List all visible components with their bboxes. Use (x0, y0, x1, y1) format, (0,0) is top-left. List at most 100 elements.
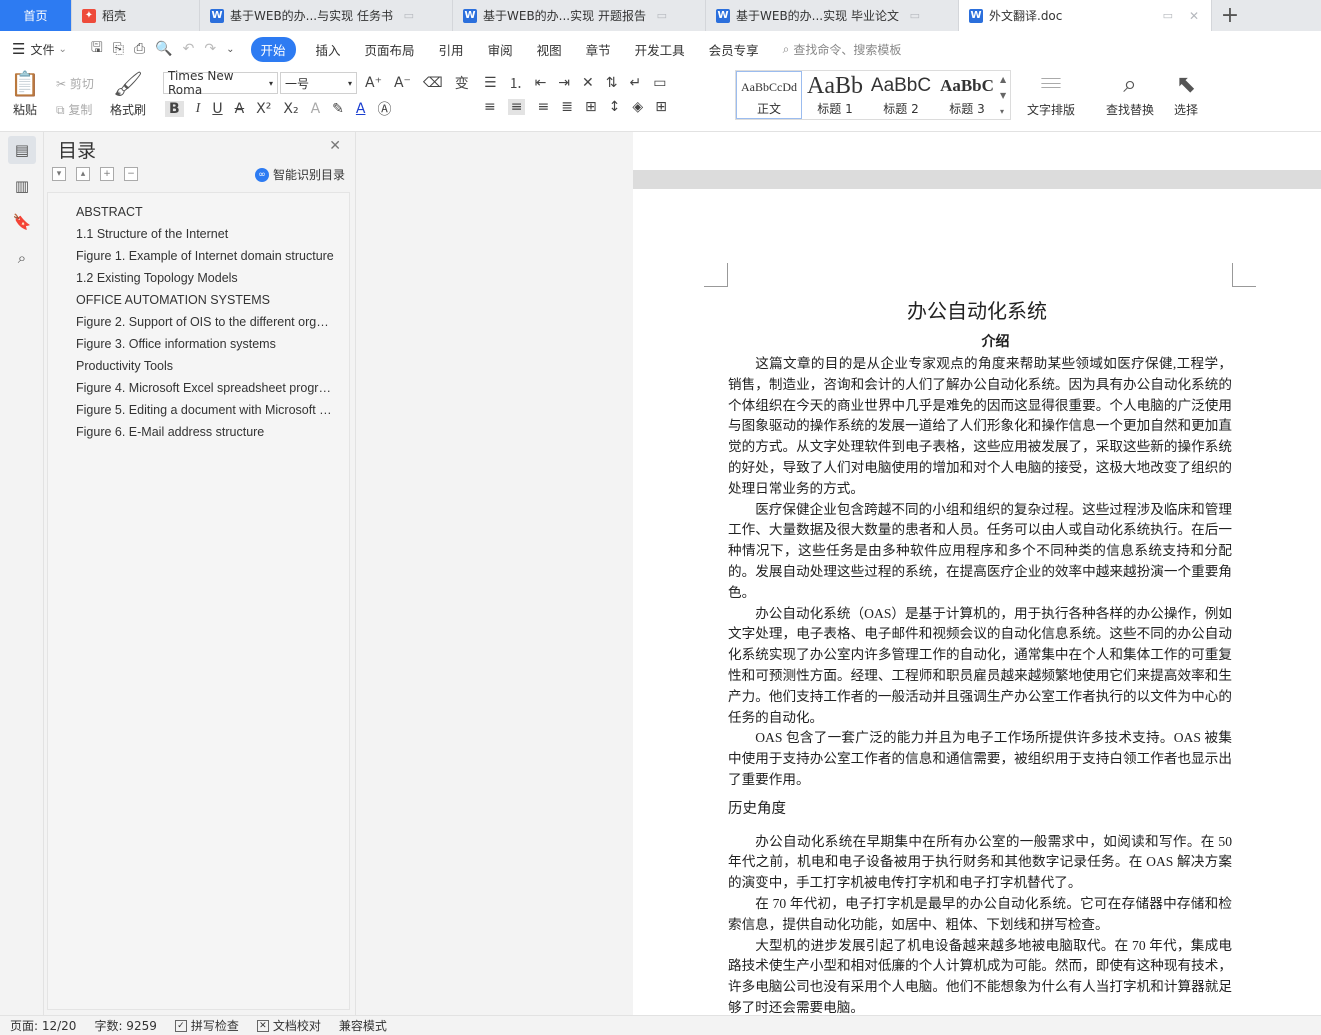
line-spacing-icon[interactable]: ↕ (609, 99, 621, 115)
outline-icon[interactable]: ▤ (8, 136, 36, 164)
add-heading-icon[interactable]: + (100, 167, 114, 181)
copy-button[interactable]: ⧉ 复制 (56, 101, 92, 118)
add-tab-button[interactable]: + (1212, 0, 1248, 31)
char-border-icon[interactable]: Ⓐ (377, 99, 391, 119)
chapter-nav-icon[interactable]: ▥ (8, 172, 36, 200)
toc-item[interactable]: Figure 2. Support of OIS to the differen… (48, 311, 349, 333)
font-color-icon[interactable]: A (356, 101, 366, 117)
toc-item[interactable]: 1.1 Structure of the Internet (48, 223, 349, 245)
page-indicator[interactable]: 页面: 12/20 (10, 1017, 76, 1034)
font-name-select[interactable]: Times New Roma ▾ (163, 69, 278, 97)
toc-item[interactable]: Figure 4. Microsoft Excel spreadsheet pr… (48, 377, 349, 399)
subscript-icon[interactable]: X₂ (283, 101, 298, 117)
find-replace-button[interactable]: ⌕ 查找替换 (1106, 69, 1154, 118)
underline-icon[interactable]: U (212, 101, 222, 117)
word-count[interactable]: 字数: 9259 (94, 1017, 156, 1034)
tab-daoke[interactable]: ✦ 稻壳 (72, 0, 200, 31)
style-heading-2[interactable]: AaBbC 标题 2 (868, 71, 934, 119)
print-icon[interactable]: ⎙ (134, 41, 145, 57)
select-button[interactable]: ⬉ 选择 (1174, 69, 1198, 118)
toc-item[interactable]: ABSTRACT (48, 201, 349, 223)
toc-item[interactable]: Figure 5. Editing a document with Micros… (48, 399, 349, 421)
style-heading-3[interactable]: AaBbC 标题 3 (934, 71, 1000, 119)
smart-toc-button[interactable]: ∞ 智能识别目录 (254, 166, 345, 183)
align-right-icon[interactable]: ≡ (537, 99, 549, 115)
tab-doc-thesis[interactable]: W 基于WEB的办...实现 毕业论文 ▭ (706, 0, 959, 31)
tab-doc-proposal[interactable]: W 基于WEB的办...实现 开题报告 ▭ (453, 0, 706, 31)
window-icon[interactable]: ▭ (404, 9, 414, 22)
clear-format-icon[interactable]: ⌫ (423, 75, 443, 91)
menu-view[interactable]: 视图 (537, 40, 562, 59)
distribute-icon[interactable]: ⊞ (585, 99, 597, 115)
menu-developer[interactable]: 开发工具 (635, 40, 685, 59)
command-search[interactable]: ⌕ 查找命令、搜索模板 (783, 41, 902, 58)
menu-insert[interactable]: 插入 (316, 40, 341, 59)
cut-button[interactable]: ✂ 剪切 (56, 75, 94, 92)
collapse-all-icon[interactable]: ▴ (76, 167, 90, 181)
font-size-select[interactable]: 一号 ▾ (280, 72, 357, 94)
outdent-icon[interactable]: ⇤ (535, 75, 547, 91)
menu-references[interactable]: 引用 (439, 40, 464, 59)
strikethrough-icon[interactable]: A (235, 101, 245, 117)
shrink-font-icon[interactable]: A⁻ (394, 75, 411, 91)
bullet-list-icon[interactable]: ☰ (484, 75, 497, 91)
numbered-list-icon[interactable]: ⒈ (509, 73, 523, 93)
sort-icon[interactable]: ⇅ (606, 75, 618, 91)
align-center-icon[interactable]: ≡ (507, 99, 526, 115)
paste-button[interactable]: 📋 粘贴 (10, 69, 40, 118)
highlight-icon[interactable]: ✎ (332, 101, 344, 117)
toc-item[interactable]: 1.2 Existing Topology Models (48, 267, 349, 289)
doc-proof-toggle[interactable]: ✕ 文档校对 (256, 1017, 321, 1034)
text-effect-icon[interactable]: A (311, 101, 321, 117)
toc-item[interactable]: Figure 6. E-Mail address structure (48, 421, 349, 443)
share-icon[interactable]: ⎘ (113, 41, 124, 57)
borders-icon[interactable]: ⊞ (655, 99, 667, 115)
justify-icon[interactable]: ≣ (561, 99, 573, 115)
bookmark-icon[interactable]: 🔖 (8, 208, 36, 236)
document-page[interactable]: 办公自动化系统 介绍 这篇文章的目的是从企业专家观点的角度来帮助某些领域如医疗保… (633, 189, 1321, 1015)
menu-member[interactable]: 会员专享 (709, 40, 759, 59)
menu-page-layout[interactable]: 页面布局 (365, 40, 415, 59)
style-normal[interactable]: AaBbCcDd 正文 (736, 71, 802, 119)
search-icon[interactable]: ⌕ (8, 244, 36, 272)
superscript-icon[interactable]: X² (256, 101, 271, 117)
chinese-layout-icon[interactable]: ✕ (582, 75, 594, 91)
window-icon[interactable]: ▭ (1163, 9, 1173, 22)
tab-doc-translation[interactable]: W 外文翻译.doc ▭ ✕ (959, 0, 1212, 31)
bold-icon[interactable]: B (165, 101, 184, 117)
toc-item[interactable]: Productivity Tools (48, 355, 349, 377)
redo-icon[interactable]: ↷ (204, 41, 216, 57)
toc-item[interactable]: OFFICE AUTOMATION SYSTEMS (48, 289, 349, 311)
phonetic-icon[interactable]: 变 (455, 73, 469, 93)
indent-icon[interactable]: ⇥ (558, 75, 570, 91)
window-icon[interactable]: ▭ (910, 9, 920, 22)
text-layout-button[interactable]: 𝄘 文字排版 (1027, 69, 1075, 118)
tab-doc-task[interactable]: W 基于WEB的办...与实现 任务书 ▭ (200, 0, 453, 31)
window-icon[interactable]: ▭ (657, 9, 667, 22)
align-left-icon[interactable]: ≡ (484, 99, 496, 115)
style-scroll[interactable]: ▲ ▼ ▾ (1000, 71, 1008, 119)
show-marks-icon[interactable]: ↵ (630, 75, 642, 91)
style-heading-1[interactable]: AaBb 标题 1 (802, 71, 868, 119)
undo-icon[interactable]: ↶ (183, 41, 195, 57)
spell-check-toggle[interactable]: ✓ 拼写检查 (174, 1017, 239, 1034)
grow-font-icon[interactable]: A⁺ (365, 75, 382, 91)
italic-icon[interactable]: I (196, 101, 201, 117)
format-painter-button[interactable]: 🖌 格式刷 (110, 69, 146, 118)
shading-icon[interactable]: ◈ (632, 99, 643, 115)
toc-item[interactable]: Figure 1. Example of Internet domain str… (48, 245, 349, 267)
close-icon[interactable]: ✕ (329, 138, 341, 154)
save-icon[interactable]: 🖫 (91, 37, 103, 61)
expand-all-icon[interactable]: ▾ (52, 167, 66, 181)
menu-start[interactable]: 开始 (250, 36, 296, 62)
table-border-icon[interactable]: ▭ (653, 75, 666, 91)
toc-item[interactable]: Figure 3. Office information systems (48, 333, 349, 355)
close-icon[interactable]: ✕ (1189, 9, 1199, 23)
menu-review[interactable]: 审阅 (488, 40, 513, 59)
more-icon[interactable]: ⌄ (226, 44, 234, 55)
tab-home[interactable]: 首页 (0, 0, 72, 31)
file-menu[interactable]: ☰ 文件 ⌄ (12, 40, 67, 58)
document-canvas[interactable]: 办公自动化系统 介绍 这篇文章的目的是从企业专家观点的角度来帮助某些领域如医疗保… (356, 132, 1321, 1015)
menu-chapter[interactable]: 章节 (586, 40, 611, 59)
remove-heading-icon[interactable]: − (124, 167, 138, 181)
